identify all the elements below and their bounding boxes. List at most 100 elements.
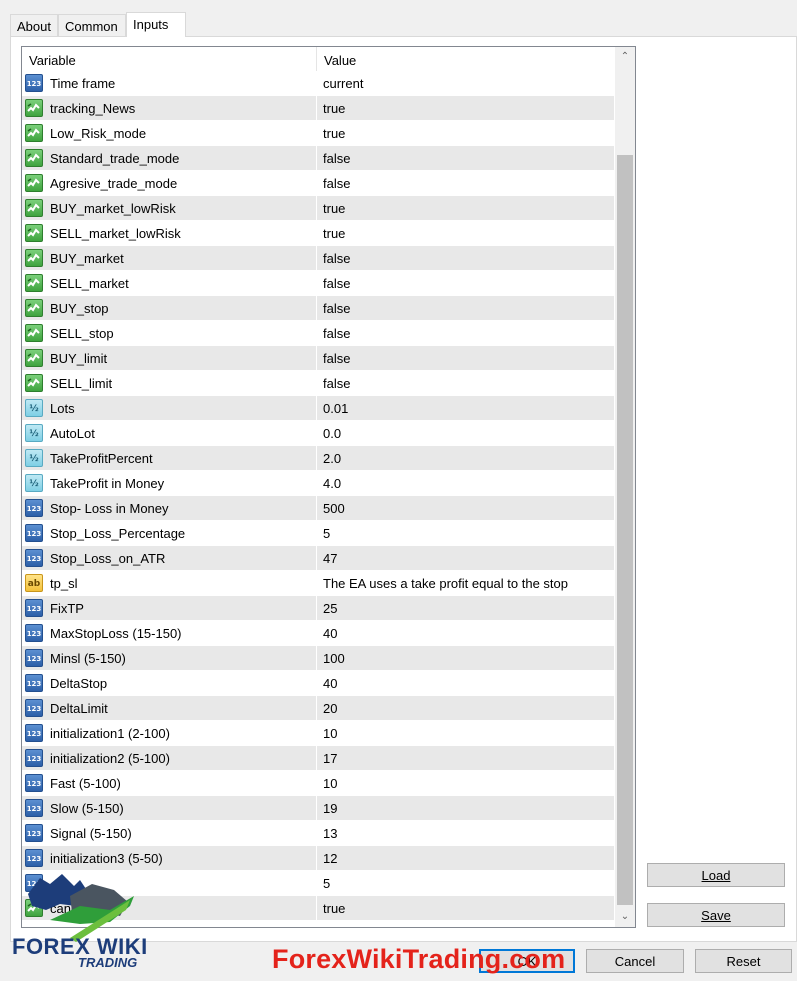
inputs-grid: Variable Value 123 Time frame current track… [21, 46, 636, 928]
variable-name: AutoLot [50, 426, 95, 441]
table-row[interactable]: 123 Stop- Loss in Money 500 [22, 496, 614, 521]
value-cell[interactable]: 5 [318, 871, 614, 896]
variable-name: Signal (5-150) [50, 826, 132, 841]
boolean-type-icon [25, 124, 43, 142]
table-row[interactable]: ½ TakeProfit in Money 4.0 [22, 471, 614, 496]
table-row[interactable]: Standard_trade_mode false [22, 146, 614, 171]
value-cell[interactable]: The EA uses a take profit equal to the s… [318, 571, 614, 596]
value-cell[interactable]: 0.01 [318, 396, 614, 421]
load-button[interactable]: Load [647, 863, 785, 887]
table-row[interactable]: 123 Stop_Loss_Percentage 5 [22, 521, 614, 546]
table-row[interactable]: SELL_market_lowRisk true [22, 221, 614, 246]
value-cell[interactable]: true [318, 121, 614, 146]
table-row[interactable]: 123 Time frame current [22, 71, 614, 96]
value-cell[interactable]: 19 [318, 796, 614, 821]
value-cell[interactable]: 47 [318, 546, 614, 571]
value-cell[interactable]: false [318, 371, 614, 396]
table-row[interactable]: 123 initialization2 (5-100) 17 [22, 746, 614, 771]
value-cell[interactable]: 13 [318, 821, 614, 846]
value-cell[interactable]: 25 [318, 596, 614, 621]
variable-name: TakeProfit in Money [50, 476, 165, 491]
table-row[interactable]: BUY_limit false [22, 346, 614, 371]
table-row[interactable]: tracking_News true [22, 96, 614, 121]
value-cell[interactable]: 10 [318, 771, 614, 796]
value-cell[interactable]: 100 [318, 646, 614, 671]
table-row[interactable]: SELL_market false [22, 271, 614, 296]
double-type-icon: ½ [25, 424, 43, 442]
variable-name: SELL_stop [50, 326, 114, 341]
table-row[interactable]: ½ AutoLot 0.0 [22, 421, 614, 446]
value-cell[interactable]: false [318, 346, 614, 371]
value-cell[interactable]: false [318, 146, 614, 171]
value-cell[interactable]: 500 [318, 496, 614, 521]
value-cell[interactable]: 2.0 [318, 446, 614, 471]
value-cell[interactable]: 20 [318, 696, 614, 721]
table-row[interactable]: SELL_limit false [22, 371, 614, 396]
value-cell[interactable]: false [318, 246, 614, 271]
table-row[interactable]: 123 DeltaLimit 20 [22, 696, 614, 721]
variable-cell: 123 DeltaLimit [22, 696, 317, 721]
value-cell[interactable]: true [318, 96, 614, 121]
column-header-variable[interactable]: Variable [22, 47, 317, 73]
table-row[interactable]: ½ TakeProfitPercent 2.0 [22, 446, 614, 471]
boolean-type-icon [25, 274, 43, 292]
variable-name: Minsl (5-150) [50, 651, 126, 666]
value-cell[interactable]: false [318, 171, 614, 196]
table-row[interactable]: 123 Slow (5-150) 19 [22, 796, 614, 821]
scrollbar-thumb[interactable] [617, 155, 633, 905]
table-row[interactable]: 123 Signal (5-150) 13 [22, 821, 614, 846]
value-cell[interactable]: 5 [318, 521, 614, 546]
tab-about[interactable]: About [10, 14, 58, 36]
value-cell[interactable]: 17 [318, 746, 614, 771]
integer-type-icon: 123 [25, 774, 43, 792]
variable-name: Stop_Loss_Percentage [50, 526, 186, 541]
variable-cell: 123 Stop_Loss_Percentage [22, 521, 317, 546]
integer-type-icon: 123 [25, 799, 43, 817]
cancel-button[interactable]: Cancel [586, 949, 684, 973]
table-row[interactable]: Low_Risk_mode true [22, 121, 614, 146]
value-cell[interactable]: 12 [318, 846, 614, 871]
scroll-down-arrow-icon[interactable]: ⌄ [615, 907, 635, 927]
variable-cell: 123 Fast (5-100) [22, 771, 317, 796]
table-row[interactable]: BUY_stop false [22, 296, 614, 321]
column-header-value[interactable]: Value [318, 47, 614, 73]
table-row[interactable]: ½ Lots 0.01 [22, 396, 614, 421]
value-cell[interactable]: false [318, 271, 614, 296]
table-row[interactable]: 123 MaxStopLoss (15-150) 40 [22, 621, 614, 646]
value-cell[interactable]: false [318, 296, 614, 321]
value-cell[interactable]: 0.0 [318, 421, 614, 446]
tab-common[interactable]: Common [58, 14, 126, 36]
table-row[interactable]: Agresive_trade_mode false [22, 171, 614, 196]
value-cell[interactable]: false [318, 321, 614, 346]
table-row[interactable]: BUY_market false [22, 246, 614, 271]
variable-name: SELL_market_lowRisk [50, 226, 181, 241]
value-cell[interactable]: 4.0 [318, 471, 614, 496]
save-button-label: Save [701, 908, 731, 923]
table-row[interactable]: SELL_stop false [22, 321, 614, 346]
value-cell[interactable]: 10 [318, 721, 614, 746]
variable-cell: 123 Slow (5-150) [22, 796, 317, 821]
variable-cell: 123 initialization2 (5-100) [22, 746, 317, 771]
vertical-scrollbar[interactable]: ⌃ ⌄ [615, 47, 635, 927]
table-row[interactable]: BUY_market_lowRisk true [22, 196, 614, 221]
variable-cell: Standard_trade_mode [22, 146, 317, 171]
value-cell[interactable]: true [318, 221, 614, 246]
value-cell[interactable]: 40 [318, 671, 614, 696]
table-row[interactable]: 123 initialization1 (2-100) 10 [22, 721, 614, 746]
table-row[interactable]: 123 DeltaStop 40 [22, 671, 614, 696]
value-cell[interactable]: 40 [318, 621, 614, 646]
table-row[interactable]: 123 FixTP 25 [22, 596, 614, 621]
integer-type-icon: 123 [25, 524, 43, 542]
table-row[interactable]: 123 Minsl (5-150) 100 [22, 646, 614, 671]
value-cell[interactable]: current [318, 71, 614, 96]
reset-button[interactable]: Reset [695, 949, 792, 973]
value-cell[interactable]: true [318, 896, 614, 921]
table-row[interactable]: 123 Stop_Loss_on_ATR 47 [22, 546, 614, 571]
scroll-up-arrow-icon[interactable]: ⌃ [615, 47, 635, 67]
variable-cell: ½ TakeProfitPercent [22, 446, 317, 471]
value-cell[interactable]: true [318, 196, 614, 221]
table-row[interactable]: ab tp_sl The EA uses a take profit equal t… [22, 571, 614, 596]
table-row[interactable]: 123 Fast (5-100) 10 [22, 771, 614, 796]
save-button[interactable]: Save [647, 903, 785, 927]
tab-inputs[interactable]: Inputs [126, 12, 186, 37]
